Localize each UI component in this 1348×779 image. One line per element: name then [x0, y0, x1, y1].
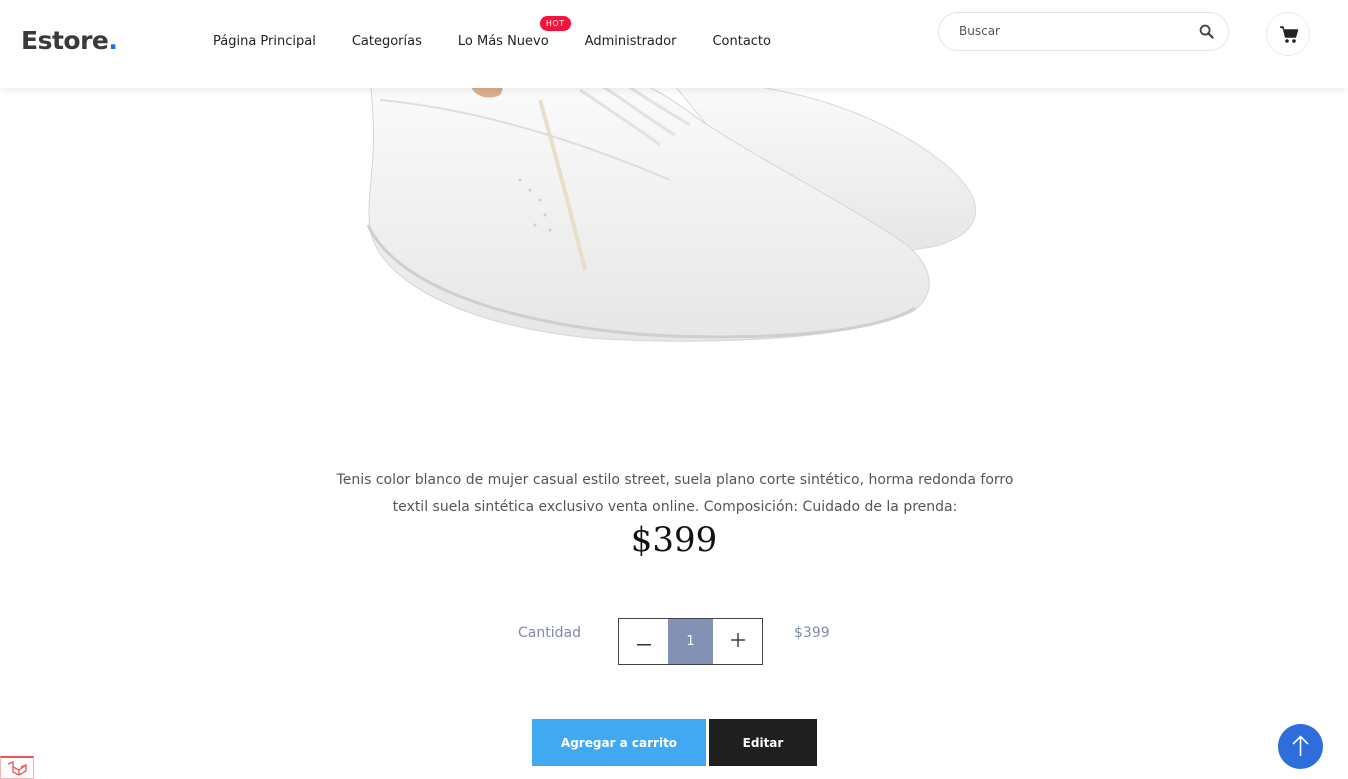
nav-categories[interactable]: Categorías: [352, 34, 422, 49]
search-box: [938, 12, 1229, 51]
nav-newest[interactable]: Lo Más Nuevo HOT: [458, 16, 571, 49]
line-total: $399: [794, 625, 830, 641]
nav-admin[interactable]: Administrador: [585, 34, 677, 49]
quantity-label: Cantidad: [518, 625, 581, 641]
scroll-to-top-button[interactable]: [1278, 724, 1323, 769]
add-to-cart-button[interactable]: Agregar a carrito: [532, 719, 706, 766]
debugbar-toggle[interactable]: [0, 756, 34, 779]
product-image: [340, 40, 1000, 380]
cart-icon: [1280, 26, 1299, 43]
edit-button[interactable]: Editar: [709, 719, 817, 766]
logo[interactable]: Estore.: [21, 26, 118, 55]
hot-badge: HOT: [539, 16, 571, 31]
product-description: Tenis color blanco de mujer casual estil…: [336, 472, 1014, 515]
product-price: $399: [630, 520, 718, 560]
laravel-icon: [7, 761, 27, 776]
cart-button[interactable]: [1266, 12, 1310, 56]
quantity-input[interactable]: 1: [668, 619, 713, 664]
nav-home[interactable]: Página Principal: [213, 34, 316, 49]
decrease-quantity-button[interactable]: [619, 619, 668, 664]
site-header: Estore. Página Principal Categorías Lo M…: [0, 0, 1348, 88]
arrow-up-icon: [1292, 735, 1309, 756]
minus-icon: [636, 644, 651, 646]
plus-icon: [730, 633, 745, 647]
search-icon[interactable]: [1199, 24, 1214, 43]
quantity-stepper: 1: [618, 618, 763, 665]
main-nav: Página Principal Categorías Lo Más Nuevo…: [213, 16, 807, 49]
increase-quantity-button[interactable]: [713, 619, 762, 664]
nav-contact[interactable]: Contacto: [712, 34, 771, 49]
search-input[interactable]: [957, 23, 1181, 39]
